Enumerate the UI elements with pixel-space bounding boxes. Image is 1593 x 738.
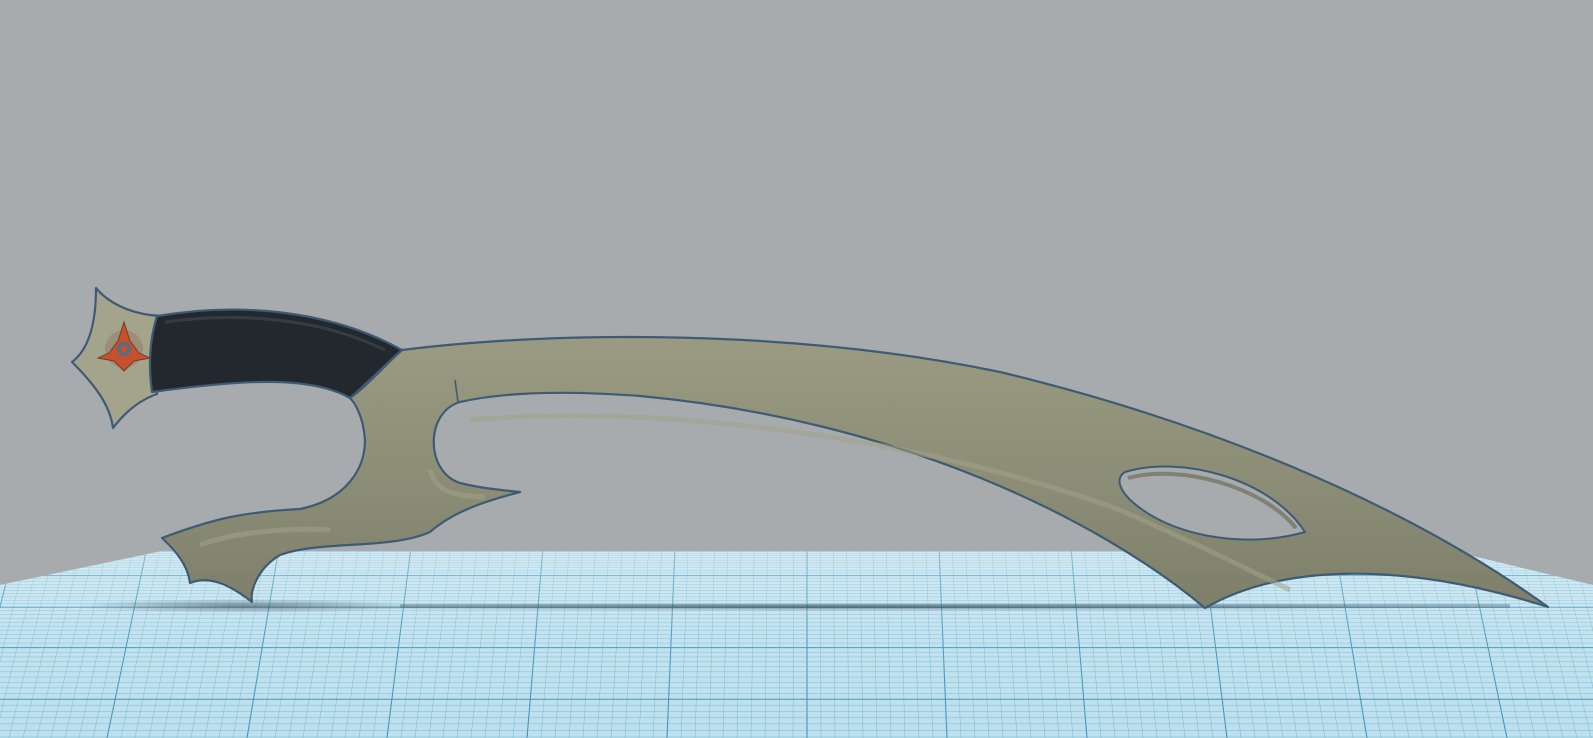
3d-viewport[interactable] <box>0 0 1593 738</box>
viewport-canvas[interactable] <box>0 0 1593 738</box>
